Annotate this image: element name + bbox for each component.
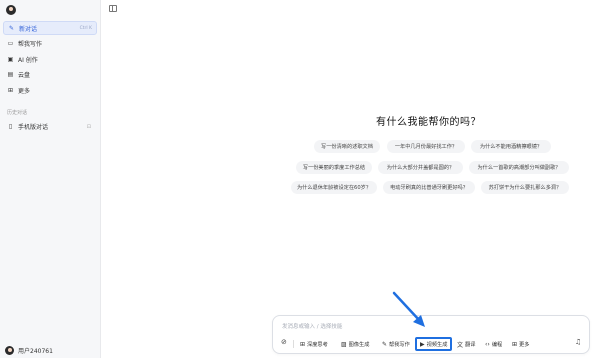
sidebar-item-more[interactable]: ⊞ 更多 — [3, 83, 97, 97]
microphone-icon[interactable]: ♫ — [575, 338, 581, 346]
tool-label: 帮我写作 — [389, 341, 410, 348]
ai-creation-icon: ▣ — [7, 55, 14, 63]
suggestion-chip[interactable]: 为什么退休年龄被设定在60岁？ — [291, 181, 377, 194]
tool-label: 视频生成 — [426, 341, 448, 348]
sidebar-item-cloud-drive[interactable]: ▤ 云盘 — [3, 68, 97, 82]
tool-more[interactable]: ⊞ 更多 — [512, 338, 529, 350]
sidebar-item-label: 帮我写作 — [18, 41, 43, 48]
message-composer[interactable]: 发消息或输入 / 选择技能 ⊘ ⊞ 深度思考 ▨ 图像生成 ✎ 帮我写作 ▶ 视… — [272, 315, 590, 354]
more-grid-icon: ⊞ — [7, 86, 14, 94]
deep-think-icon: ⊞ — [300, 340, 306, 348]
suggestion-chip[interactable]: 电动牙刷真的比普通牙刷更好吗？ — [383, 181, 475, 194]
image-gen-icon: ▨ — [341, 340, 347, 348]
new-chat-icon: ✎ — [8, 24, 15, 32]
more-grid-icon: ⊞ — [512, 340, 518, 348]
tool-deep-think[interactable]: ⊞ 深度思考 — [300, 338, 328, 350]
tool-label: 编程 — [491, 341, 503, 348]
suggestion-chip[interactable]: 为什么大部分井盖都是圆的？ — [378, 161, 463, 174]
tool-label: 图像生成 — [348, 341, 370, 348]
video-gen-icon: ▶ — [420, 340, 425, 348]
message-input[interactable]: 发消息或输入 / 选择技能 — [282, 322, 342, 330]
user-name: 用户240761 — [18, 348, 53, 355]
shortcut-hint: Ctrl K — [79, 25, 92, 31]
tool-image-gen[interactable]: ▨ 图像生成 — [341, 338, 369, 350]
suggestion-chip[interactable]: 为什么一首歌的高潮部分叫做副歌？ — [469, 161, 569, 174]
sidebar-item-new-chat[interactable]: ✎ 新对话 Ctrl K — [3, 21, 97, 35]
suggestion-chip[interactable]: 苏打饼干为什么要扎那么多洞？ — [481, 181, 569, 194]
history-item[interactable]: ▯ 手机版对话 ⊡ — [3, 120, 97, 133]
app-avatar[interactable] — [6, 5, 16, 15]
code-icon: ‹› — [485, 340, 490, 348]
sidebar-item-label: 更多 — [18, 87, 31, 95]
translate-icon: 文 — [457, 341, 464, 349]
sidebar-item-label: AI 创作 — [18, 56, 38, 64]
tool-writing[interactable]: ✎ 帮我写作 — [382, 338, 410, 350]
tool-label: 翻译 — [465, 341, 476, 348]
attachment-icon[interactable]: ⊘ — [281, 338, 287, 346]
tool-label: 更多 — [519, 341, 530, 348]
sidebar-item-ai-creation[interactable]: ▣ AI 创作 — [3, 52, 97, 66]
sidebar-item-writing[interactable]: ▭ 帮我写作 — [3, 37, 97, 51]
sidebar-item-label: 新对话 — [19, 25, 38, 33]
write-icon: ✎ — [382, 340, 388, 348]
sidebar-nav: ✎ 新对话 Ctrl K ▭ 帮我写作 ▣ AI 创作 ▤ 云盘 ⊞ 更多 — [3, 21, 97, 99]
divider — [293, 340, 294, 348]
phone-icon: ▯ — [8, 123, 13, 130]
tool-translate[interactable]: 文 翻译 — [457, 338, 475, 350]
sidebar: ✎ 新对话 Ctrl K ▭ 帮我写作 ▣ AI 创作 ▤ 云盘 ⊞ 更多 历史… — [0, 0, 101, 358]
avatar — [5, 346, 14, 355]
page-title: 有什么我能帮你的吗？ — [376, 117, 481, 128]
history-title: 历史对话 — [7, 110, 28, 116]
pin-icon[interactable]: ⊡ — [87, 124, 91, 130]
suggestion-chip[interactable]: 写一份清晰的述职文档 — [314, 140, 380, 153]
composer-toolbar: ⊘ ⊞ 深度思考 ▨ 图像生成 ✎ 帮我写作 ▶ 视频生成 文 翻译 ‹› 编程… — [273, 337, 589, 351]
tool-code[interactable]: ‹› 编程 — [485, 338, 502, 350]
tool-label: 深度思考 — [307, 341, 328, 348]
suggestion-chip[interactable]: 为什么不能用酒精擦眼镜？ — [471, 140, 551, 153]
user-profile[interactable]: 用户240761 — [5, 346, 53, 355]
tool-video-gen[interactable]: ▶ 视频生成 — [415, 337, 453, 351]
writing-icon: ▭ — [7, 40, 14, 47]
sidebar-toggle-icon[interactable] — [109, 5, 117, 12]
sidebar-item-label: 云盘 — [18, 72, 31, 79]
history-item-label: 手机版对话 — [18, 124, 49, 131]
cloud-drive-icon: ▤ — [7, 71, 14, 78]
suggestion-chip[interactable]: 写一份美丽的季度工作总结 — [296, 161, 372, 174]
suggestion-chip[interactable]: 一年中几月份最好找工作？ — [387, 140, 465, 153]
